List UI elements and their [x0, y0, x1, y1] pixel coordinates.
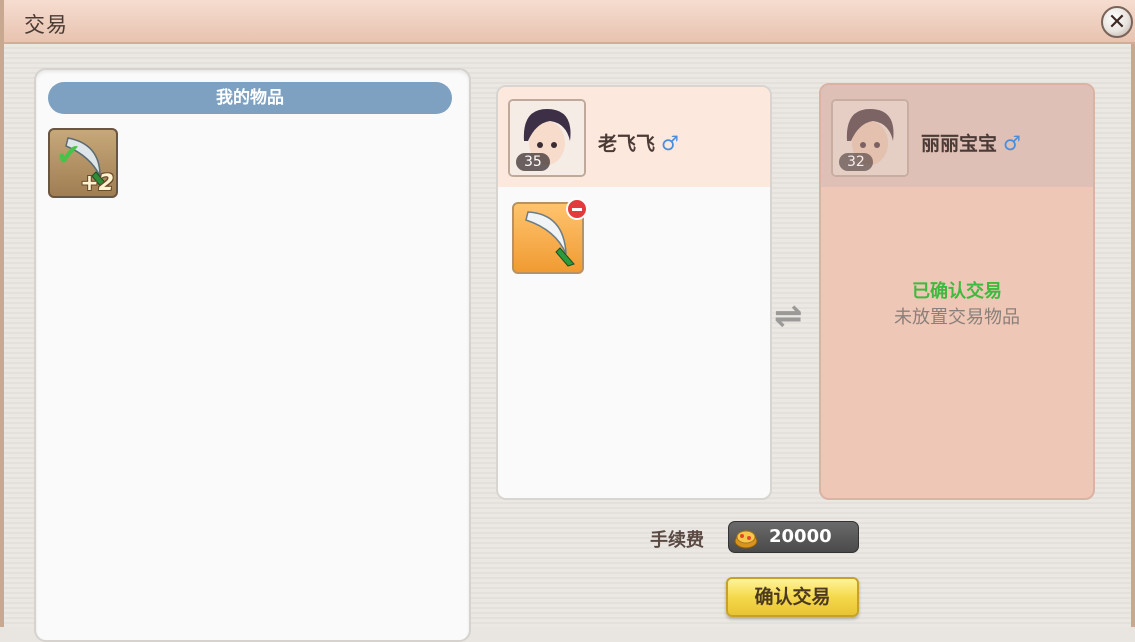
inventory-panel: 我的物品 ✔ +2 [34, 68, 471, 642]
remove-item-icon[interactable] [566, 198, 588, 220]
male-icon: ♂ [661, 131, 679, 155]
close-icon: ✕ [1107, 9, 1127, 35]
level-badge: 35 [516, 153, 550, 171]
checkmark-icon: ✔ [56, 138, 82, 173]
player-name-text: 丽丽宝宝 [921, 133, 998, 155]
trade-window: 交易 ✕ 我的物品 ✔ +2 35 老飞飞 ♂ ⇌ 32 丽丽宝宝 ♂ 已确认交… [0, 0, 1135, 642]
fee-label: 手续费 [650, 530, 704, 551]
avatar: 35 [508, 99, 586, 177]
fee-value: 20000 [769, 526, 832, 547]
partner-player-card: 32 丽丽宝宝 ♂ [821, 85, 1093, 187]
titlebar: 交易 ✕ [4, 0, 1135, 44]
inventory-header: 我的物品 [48, 82, 452, 114]
inventory-slot[interactable]: ✔ +2 [48, 128, 118, 198]
male-icon: ♂ [1003, 131, 1021, 155]
partner-trade-panel: 32 丽丽宝宝 ♂ 已确认交易 未放置交易物品 [819, 83, 1095, 500]
player-name: 老飞飞 ♂ [598, 129, 679, 156]
close-button[interactable]: ✕ [1101, 6, 1133, 38]
window-title: 交易 [24, 13, 68, 37]
status-empty: 未放置交易物品 [894, 307, 1020, 328]
player-name-text: 老飞飞 [598, 133, 656, 155]
confirm-trade-button[interactable]: 确认交易 [726, 577, 859, 617]
trade-item-slot[interactable] [512, 198, 588, 274]
gold-coin-icon [734, 530, 758, 549]
enhance-level: +2 [80, 171, 114, 196]
level-badge: 32 [839, 153, 873, 171]
player-name: 丽丽宝宝 ♂ [921, 129, 1021, 156]
fee-box: 20000 [728, 521, 859, 553]
my-trade-panel: 35 老飞飞 ♂ [496, 85, 772, 500]
my-player-card: 35 老飞飞 ♂ [498, 87, 770, 187]
avatar: 32 [831, 99, 909, 177]
status-confirmed: 已确认交易 [912, 281, 1002, 302]
swap-arrows-icon: ⇌ [774, 296, 803, 336]
